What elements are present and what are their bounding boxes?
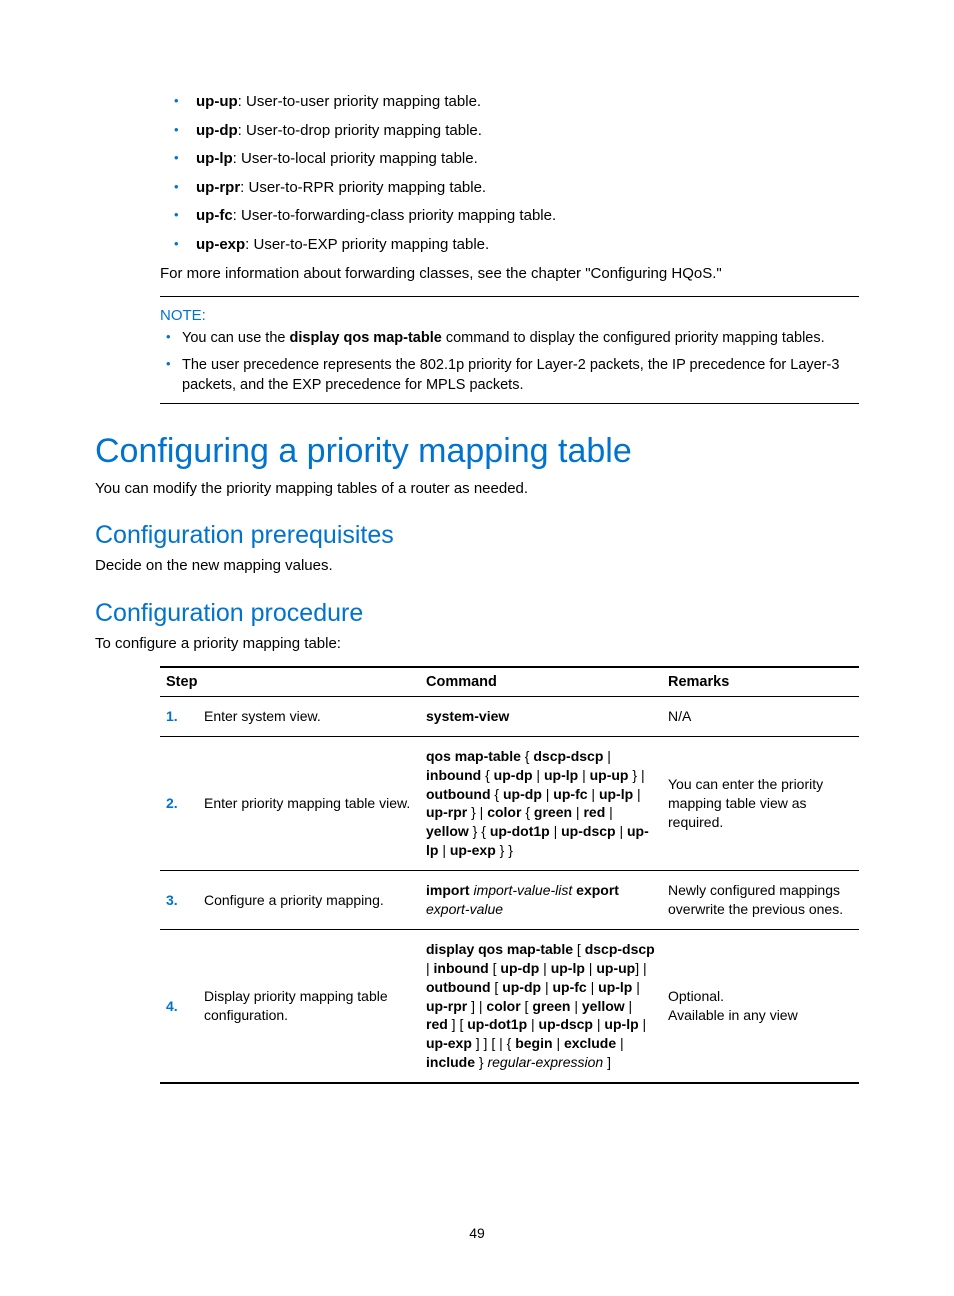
list-item: up-dp: User-to-drop priority mapping tab… <box>160 121 859 141</box>
step-command: qos map-table { dscp-dscp | inbound { up… <box>420 736 662 870</box>
note-list: You can use the display qos map-table co… <box>160 328 859 395</box>
definition-term: up-up <box>196 93 238 110</box>
step-desc: Display priority mapping table configura… <box>198 929 420 1083</box>
table-row: 4.Display priority mapping table configu… <box>160 929 859 1083</box>
step-desc: Enter priority mapping table view. <box>198 736 420 870</box>
step-number: 3. <box>160 871 198 930</box>
step-number: 1. <box>160 696 198 736</box>
step-number: 4. <box>160 929 198 1083</box>
definition-term: up-dp <box>196 122 238 139</box>
step-remarks: Optional.Available in any view <box>662 929 859 1083</box>
note-box: NOTE: You can use the display qos map-ta… <box>160 296 859 404</box>
table-row: 2.Enter priority mapping table view.qos … <box>160 736 859 870</box>
list-item: up-lp: User-to-local priority mapping ta… <box>160 149 859 169</box>
th-command: Command <box>420 667 662 697</box>
heading-2-prereq: Configuration prerequisites <box>95 521 859 550</box>
note-label: NOTE: <box>160 307 859 324</box>
step-command: display qos map-table [ dscp-dscp | inbo… <box>420 929 662 1083</box>
procedure-table: Step Command Remarks 1.Enter system view… <box>160 666 859 1084</box>
definition-term: up-rpr <box>196 179 240 196</box>
table-row: 3.Configure a priority mapping.import im… <box>160 871 859 930</box>
definition-term: up-fc <box>196 207 233 224</box>
prereq-paragraph: Decide on the new mapping values. <box>95 556 859 576</box>
list-item: up-rpr: User-to-RPR priority mapping tab… <box>160 178 859 198</box>
h1-paragraph: You can modify the priority mapping tabl… <box>95 479 859 499</box>
definition-desc: : User-to-forwarding-class priority mapp… <box>233 207 556 224</box>
list-item: The user precedence represents the 802.1… <box>160 355 859 396</box>
step-command: import import-value-list export export-v… <box>420 871 662 930</box>
definition-desc: : User-to-user priority mapping table. <box>238 93 481 110</box>
definition-desc: : User-to-EXP priority mapping table. <box>245 236 489 253</box>
definition-term: up-lp <box>196 150 233 167</box>
heading-2-procedure: Configuration procedure <box>95 599 859 628</box>
step-desc: Configure a priority mapping. <box>198 871 420 930</box>
step-remarks: Newly configured mappings overwrite the … <box>662 871 859 930</box>
definition-list: up-up: User-to-user priority mapping tab… <box>160 92 859 254</box>
definition-desc: : User-to-drop priority mapping table. <box>238 122 482 139</box>
table-row: 1.Enter system view.system-viewN/A <box>160 696 859 736</box>
definition-desc: : User-to-RPR priority mapping table. <box>240 179 486 196</box>
intro-paragraph: For more information about forwarding cl… <box>160 264 859 284</box>
step-remarks: N/A <box>662 696 859 736</box>
page-number: 49 <box>0 1225 954 1241</box>
step-desc: Enter system view. <box>198 696 420 736</box>
th-remarks: Remarks <box>662 667 859 697</box>
step-remarks: You can enter the priority mapping table… <box>662 736 859 870</box>
list-item: You can use the display qos map-table co… <box>160 328 859 348</box>
definition-desc: : User-to-local priority mapping table. <box>233 150 478 167</box>
definition-term: up-exp <box>196 236 245 253</box>
heading-1: Configuring a priority mapping table <box>95 432 859 471</box>
step-command: system-view <box>420 696 662 736</box>
list-item: up-up: User-to-user priority mapping tab… <box>160 92 859 112</box>
list-item: up-fc: User-to-forwarding-class priority… <box>160 206 859 226</box>
th-step: Step <box>160 667 420 697</box>
list-item: up-exp: User-to-EXP priority mapping tab… <box>160 235 859 255</box>
procedure-paragraph: To configure a priority mapping table: <box>95 634 859 654</box>
step-number: 2. <box>160 736 198 870</box>
